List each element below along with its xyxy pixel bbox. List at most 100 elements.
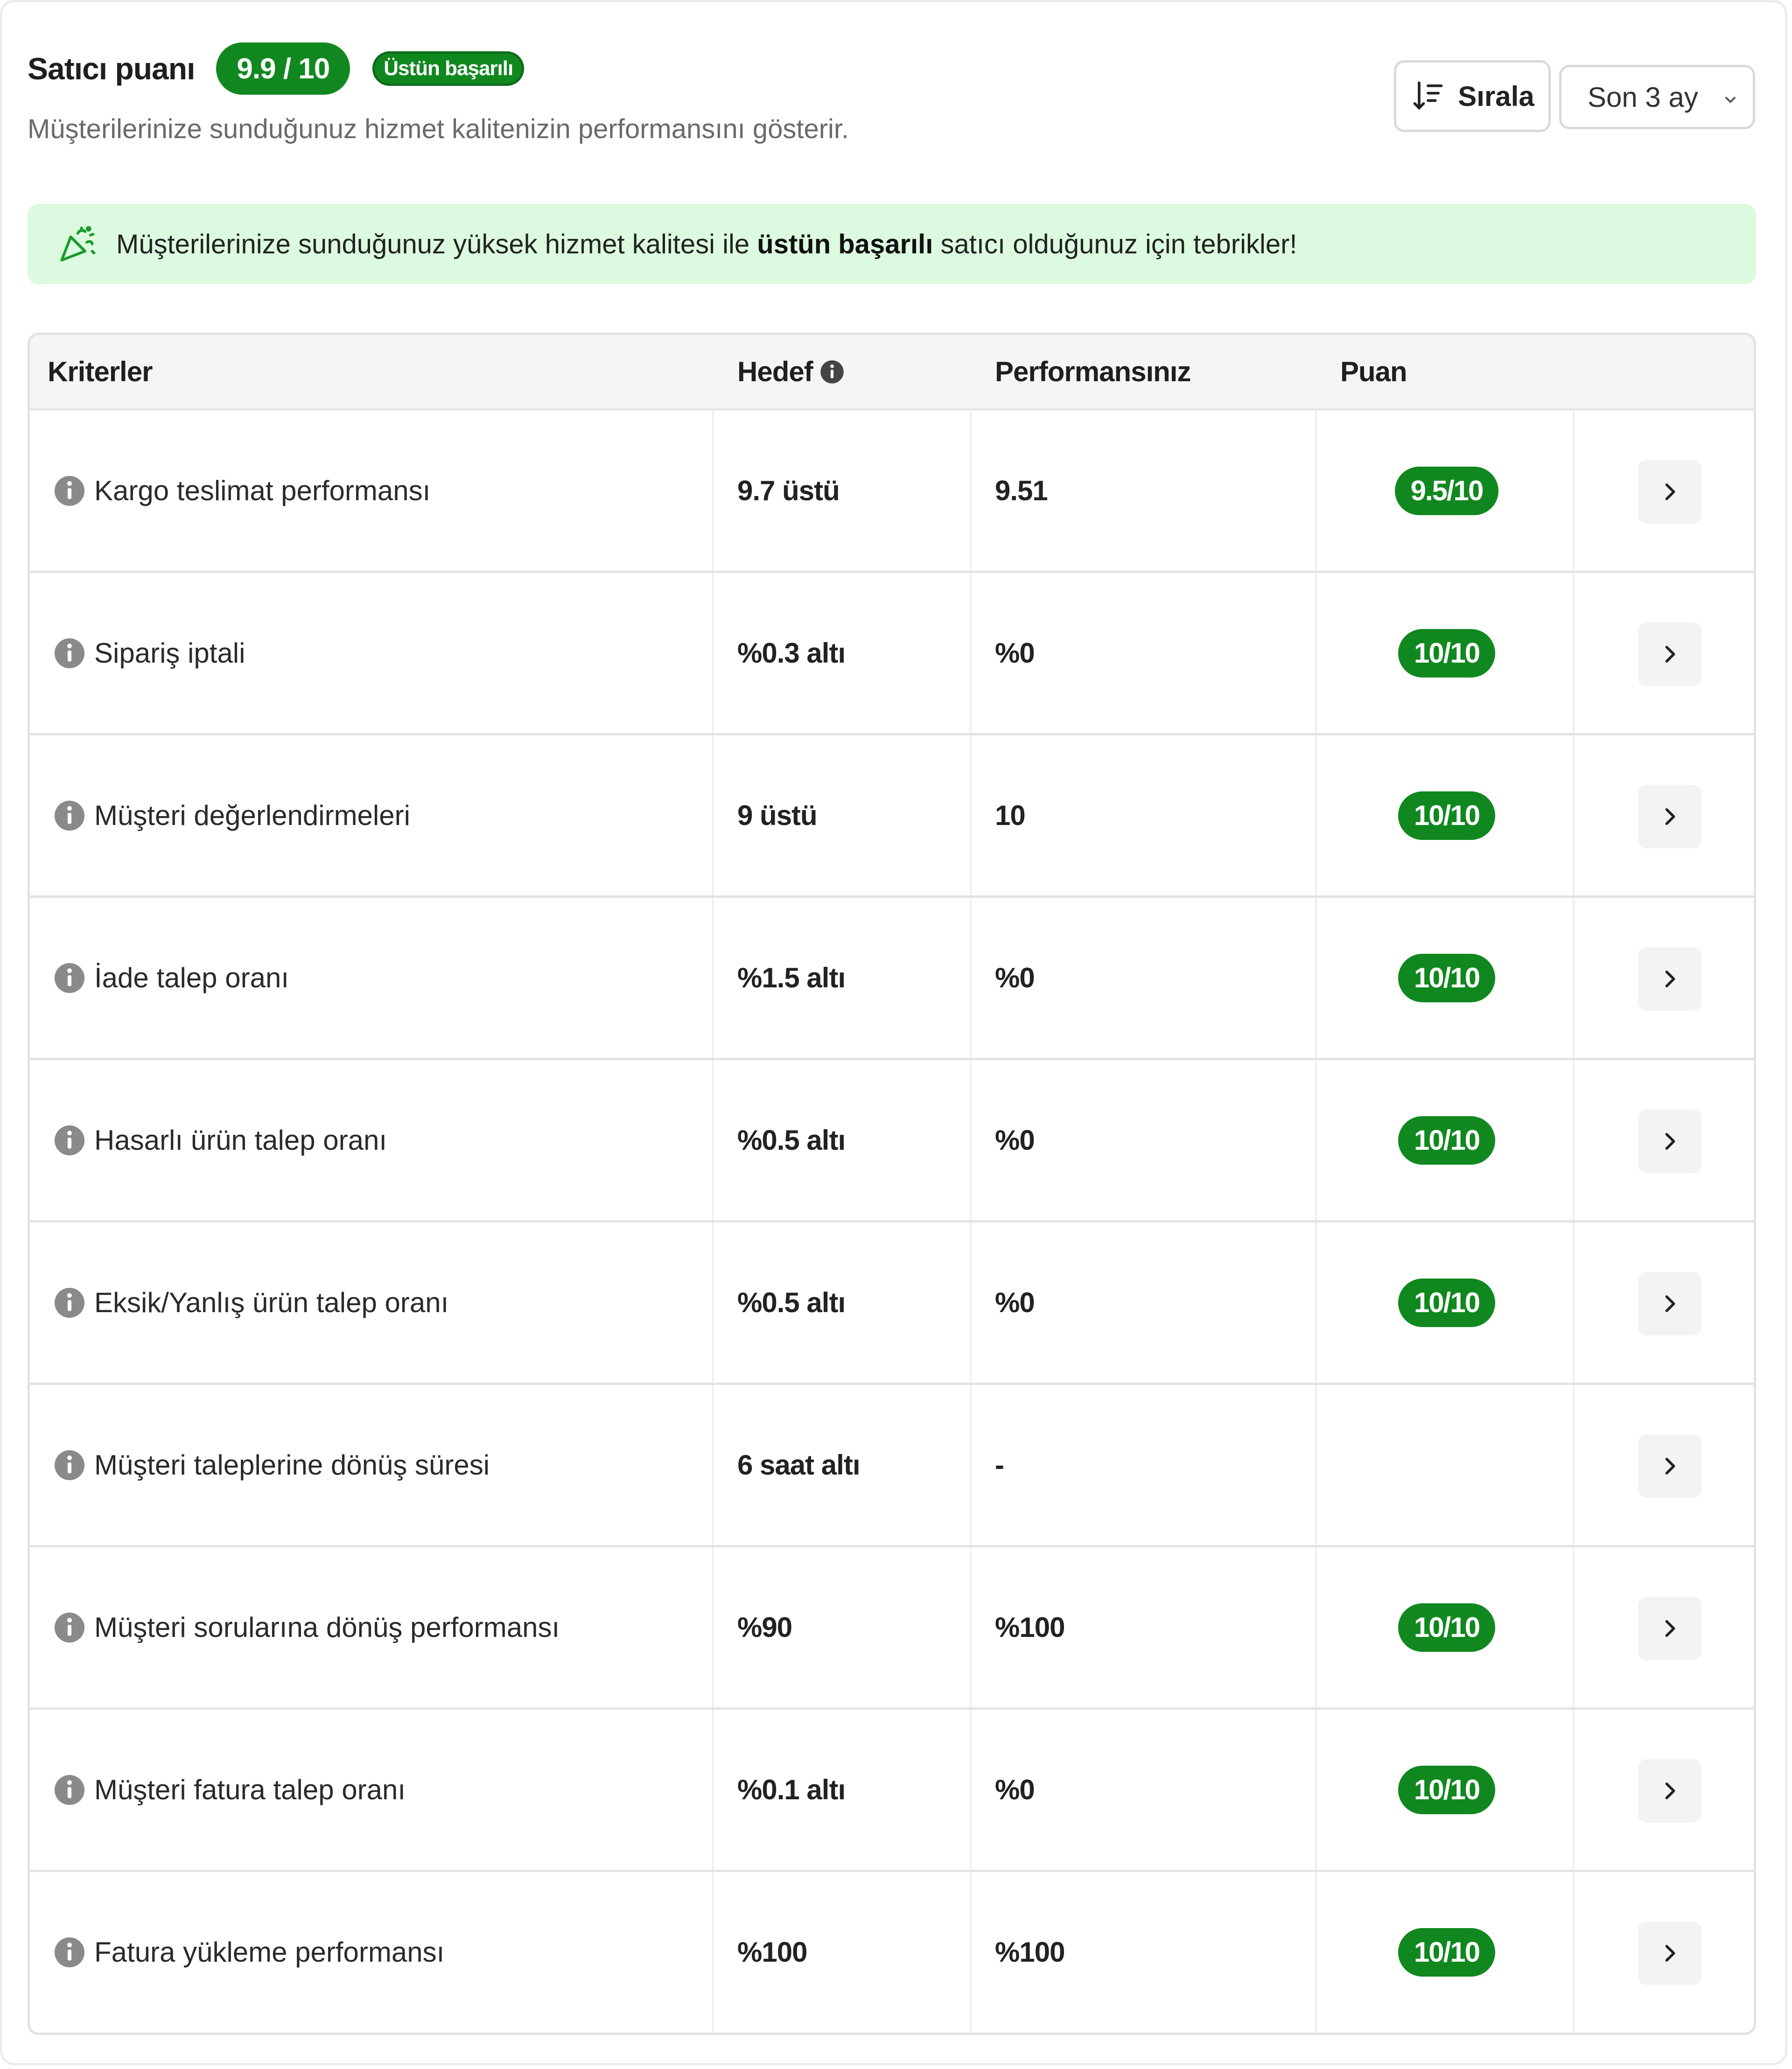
criteria-label: Kargo teslimat performansı — [94, 475, 431, 506]
score-cell: 10/10 — [1318, 735, 1575, 895]
banner-message: Müşterilerinize sunduğunuz yüksek hizmet… — [116, 229, 1297, 260]
info-icon[interactable] — [53, 1936, 86, 1969]
score-badge: 10/10 — [1398, 1765, 1496, 1814]
info-icon[interactable] — [53, 1124, 86, 1157]
target-value: %0.3 altı — [737, 637, 846, 669]
score-cell — [1318, 1385, 1575, 1545]
performance-value: %0 — [995, 1774, 1035, 1805]
party-popper-icon — [60, 226, 96, 262]
score-badge: 10/10 — [1398, 1278, 1496, 1327]
chevron-right-icon — [1665, 1295, 1675, 1312]
row-detail-button[interactable] — [1638, 1434, 1701, 1498]
table-row: Müşteri değerlendirmeleri 9 üstü 10 10/10 — [30, 735, 1754, 898]
criteria-cell: Sipariş iptali — [53, 573, 245, 733]
chevron-right-icon — [1665, 971, 1675, 987]
target-value: %0.5 altı — [737, 1125, 846, 1156]
table-row: Sipariş iptali %0.3 altı %0 10/10 — [30, 573, 1754, 735]
chevron-right-icon — [1665, 1133, 1675, 1150]
row-detail-button[interactable] — [1638, 460, 1701, 524]
row-detail-button[interactable] — [1638, 1110, 1701, 1173]
score-badge: 10/10 — [1398, 1928, 1496, 1977]
performance-value: %0 — [995, 962, 1035, 993]
info-icon[interactable] — [819, 359, 845, 384]
criteria-label: Hasarlı ürün talep oranı — [94, 1125, 387, 1156]
score-badge: 10/10 — [1398, 1116, 1496, 1165]
criteria-cell: Hasarlı ürün talep oranı — [53, 1060, 387, 1220]
row-detail-button[interactable] — [1638, 947, 1701, 1011]
criteria-cell: Müşteri değerlendirmeleri — [53, 735, 410, 895]
performance-value: - — [995, 1449, 1004, 1481]
target-value: %0.1 altı — [737, 1774, 846, 1805]
criteria-cell: Müşteri sorularına dönüş performansı — [53, 1547, 560, 1707]
performance-value: %100 — [995, 1612, 1065, 1643]
info-icon[interactable] — [53, 637, 86, 670]
score-cell: 10/10 — [1318, 573, 1575, 733]
criteria-label: Müşteri fatura talep oranı — [94, 1774, 406, 1805]
table-row: Müşteri fatura talep oranı %0.1 altı %0 10/… — [30, 1710, 1754, 1872]
info-icon[interactable] — [53, 1611, 86, 1644]
info-icon[interactable] — [53, 1449, 86, 1482]
target-value: %100 — [737, 1936, 807, 1968]
row-detail-button[interactable] — [1638, 1597, 1701, 1660]
chevron-right-icon — [1665, 1458, 1675, 1475]
criteria-label: Eksik/Yanlış ürün talep oranı — [94, 1287, 449, 1318]
sort-label: Sırala — [1458, 80, 1534, 112]
banner-text-start: Müşterilerinize sunduğunuz yüksek hizmet… — [116, 229, 757, 259]
criteria-label: Müşteri taleplerine dönüş süresi — [94, 1449, 490, 1481]
info-icon[interactable] — [53, 1774, 86, 1806]
score-cell: 10/10 — [1318, 1710, 1575, 1870]
table-row: Eksik/Yanlış ürün talep oranı %0.5 altı %0… — [30, 1223, 1754, 1385]
sort-button[interactable]: Sırala — [1394, 60, 1551, 132]
banner-text-end: satıcı olduğunuz için tebrikler! — [933, 229, 1297, 259]
chevron-right-icon — [1665, 646, 1675, 663]
header-score: Puan — [1340, 356, 1407, 387]
table-row: Müşteri sorularına dönüş performansı %90%… — [30, 1547, 1754, 1710]
criteria-cell: Müşteri taleplerine dönüş süresi — [53, 1385, 490, 1545]
period-value: Son 3 ay — [1588, 81, 1698, 113]
row-detail-button[interactable] — [1638, 622, 1701, 686]
row-detail-button[interactable] — [1638, 1272, 1701, 1335]
info-icon[interactable] — [53, 962, 86, 994]
score-badge: 10/10 — [1398, 953, 1496, 1002]
performance-value: %0 — [995, 1125, 1035, 1156]
criteria-cell: Eksik/Yanlış ürün talep oranı — [53, 1223, 448, 1383]
info-icon[interactable] — [53, 1286, 86, 1319]
score-badge: 10/10 — [1398, 791, 1496, 840]
banner-text-bold: üstün başarılı — [757, 229, 933, 259]
page-subtitle: Müşterilerinize sunduğunuz hizmet kalite… — [28, 114, 849, 144]
criteria-cell: Müşteri fatura talep oranı — [53, 1710, 406, 1870]
score-badge: 10/10 — [1398, 629, 1496, 678]
performance-value: 10 — [995, 800, 1026, 831]
criteria-cell: İade talep oranı — [53, 898, 289, 1058]
criteria-label: Sipariş iptali — [94, 637, 245, 669]
table-row: İade talep oranı %1.5 altı %0 10/10 — [30, 898, 1754, 1060]
criteria-label: Müşteri değerlendirmeleri — [94, 800, 410, 831]
score-cell: 9.5/10 — [1318, 411, 1575, 571]
target-value: %0.5 altı — [737, 1287, 846, 1318]
performance-value: 9.51 — [995, 475, 1048, 506]
status-badge: Üstün başarılı — [372, 51, 525, 86]
score-cell: 10/10 — [1318, 1060, 1575, 1220]
seller-score-card: Satıcı puanı 9.9 / 10 Üstün başarılı Müş… — [0, 0, 1787, 2065]
target-value: 6 saat altı — [737, 1449, 860, 1481]
performance-value: %100 — [995, 1936, 1065, 1968]
criteria-cell: Fatura yükleme performansı — [53, 1872, 444, 2032]
performance-value: %0 — [995, 637, 1035, 669]
period-select[interactable]: Son 3 ay — [1559, 65, 1755, 129]
info-icon[interactable] — [53, 799, 86, 832]
performance-value: %0 — [995, 1287, 1035, 1318]
row-detail-button[interactable] — [1638, 1922, 1701, 1985]
row-detail-button[interactable] — [1638, 785, 1701, 848]
chevron-right-icon — [1665, 483, 1675, 500]
title-row: Satıcı puanı 9.9 / 10 Üstün başarılı — [28, 39, 525, 98]
score-badge: 9.5/10 — [1394, 466, 1499, 515]
score-cell: 10/10 — [1318, 1872, 1575, 2032]
row-detail-button[interactable] — [1638, 1759, 1701, 1823]
info-icon[interactable] — [53, 475, 86, 507]
score-badge: 10/10 — [1398, 1603, 1496, 1652]
target-value: 9 üstü — [737, 800, 818, 831]
success-banner: Müşterilerinize sunduğunuz yüksek hizmet… — [28, 204, 1756, 284]
header-performance: Performansınız — [995, 356, 1191, 387]
table-row: Hasarlı ürün talep oranı %0.5 altı %0 10/10 — [30, 1060, 1754, 1223]
header-target-label: Hedef — [737, 356, 813, 387]
